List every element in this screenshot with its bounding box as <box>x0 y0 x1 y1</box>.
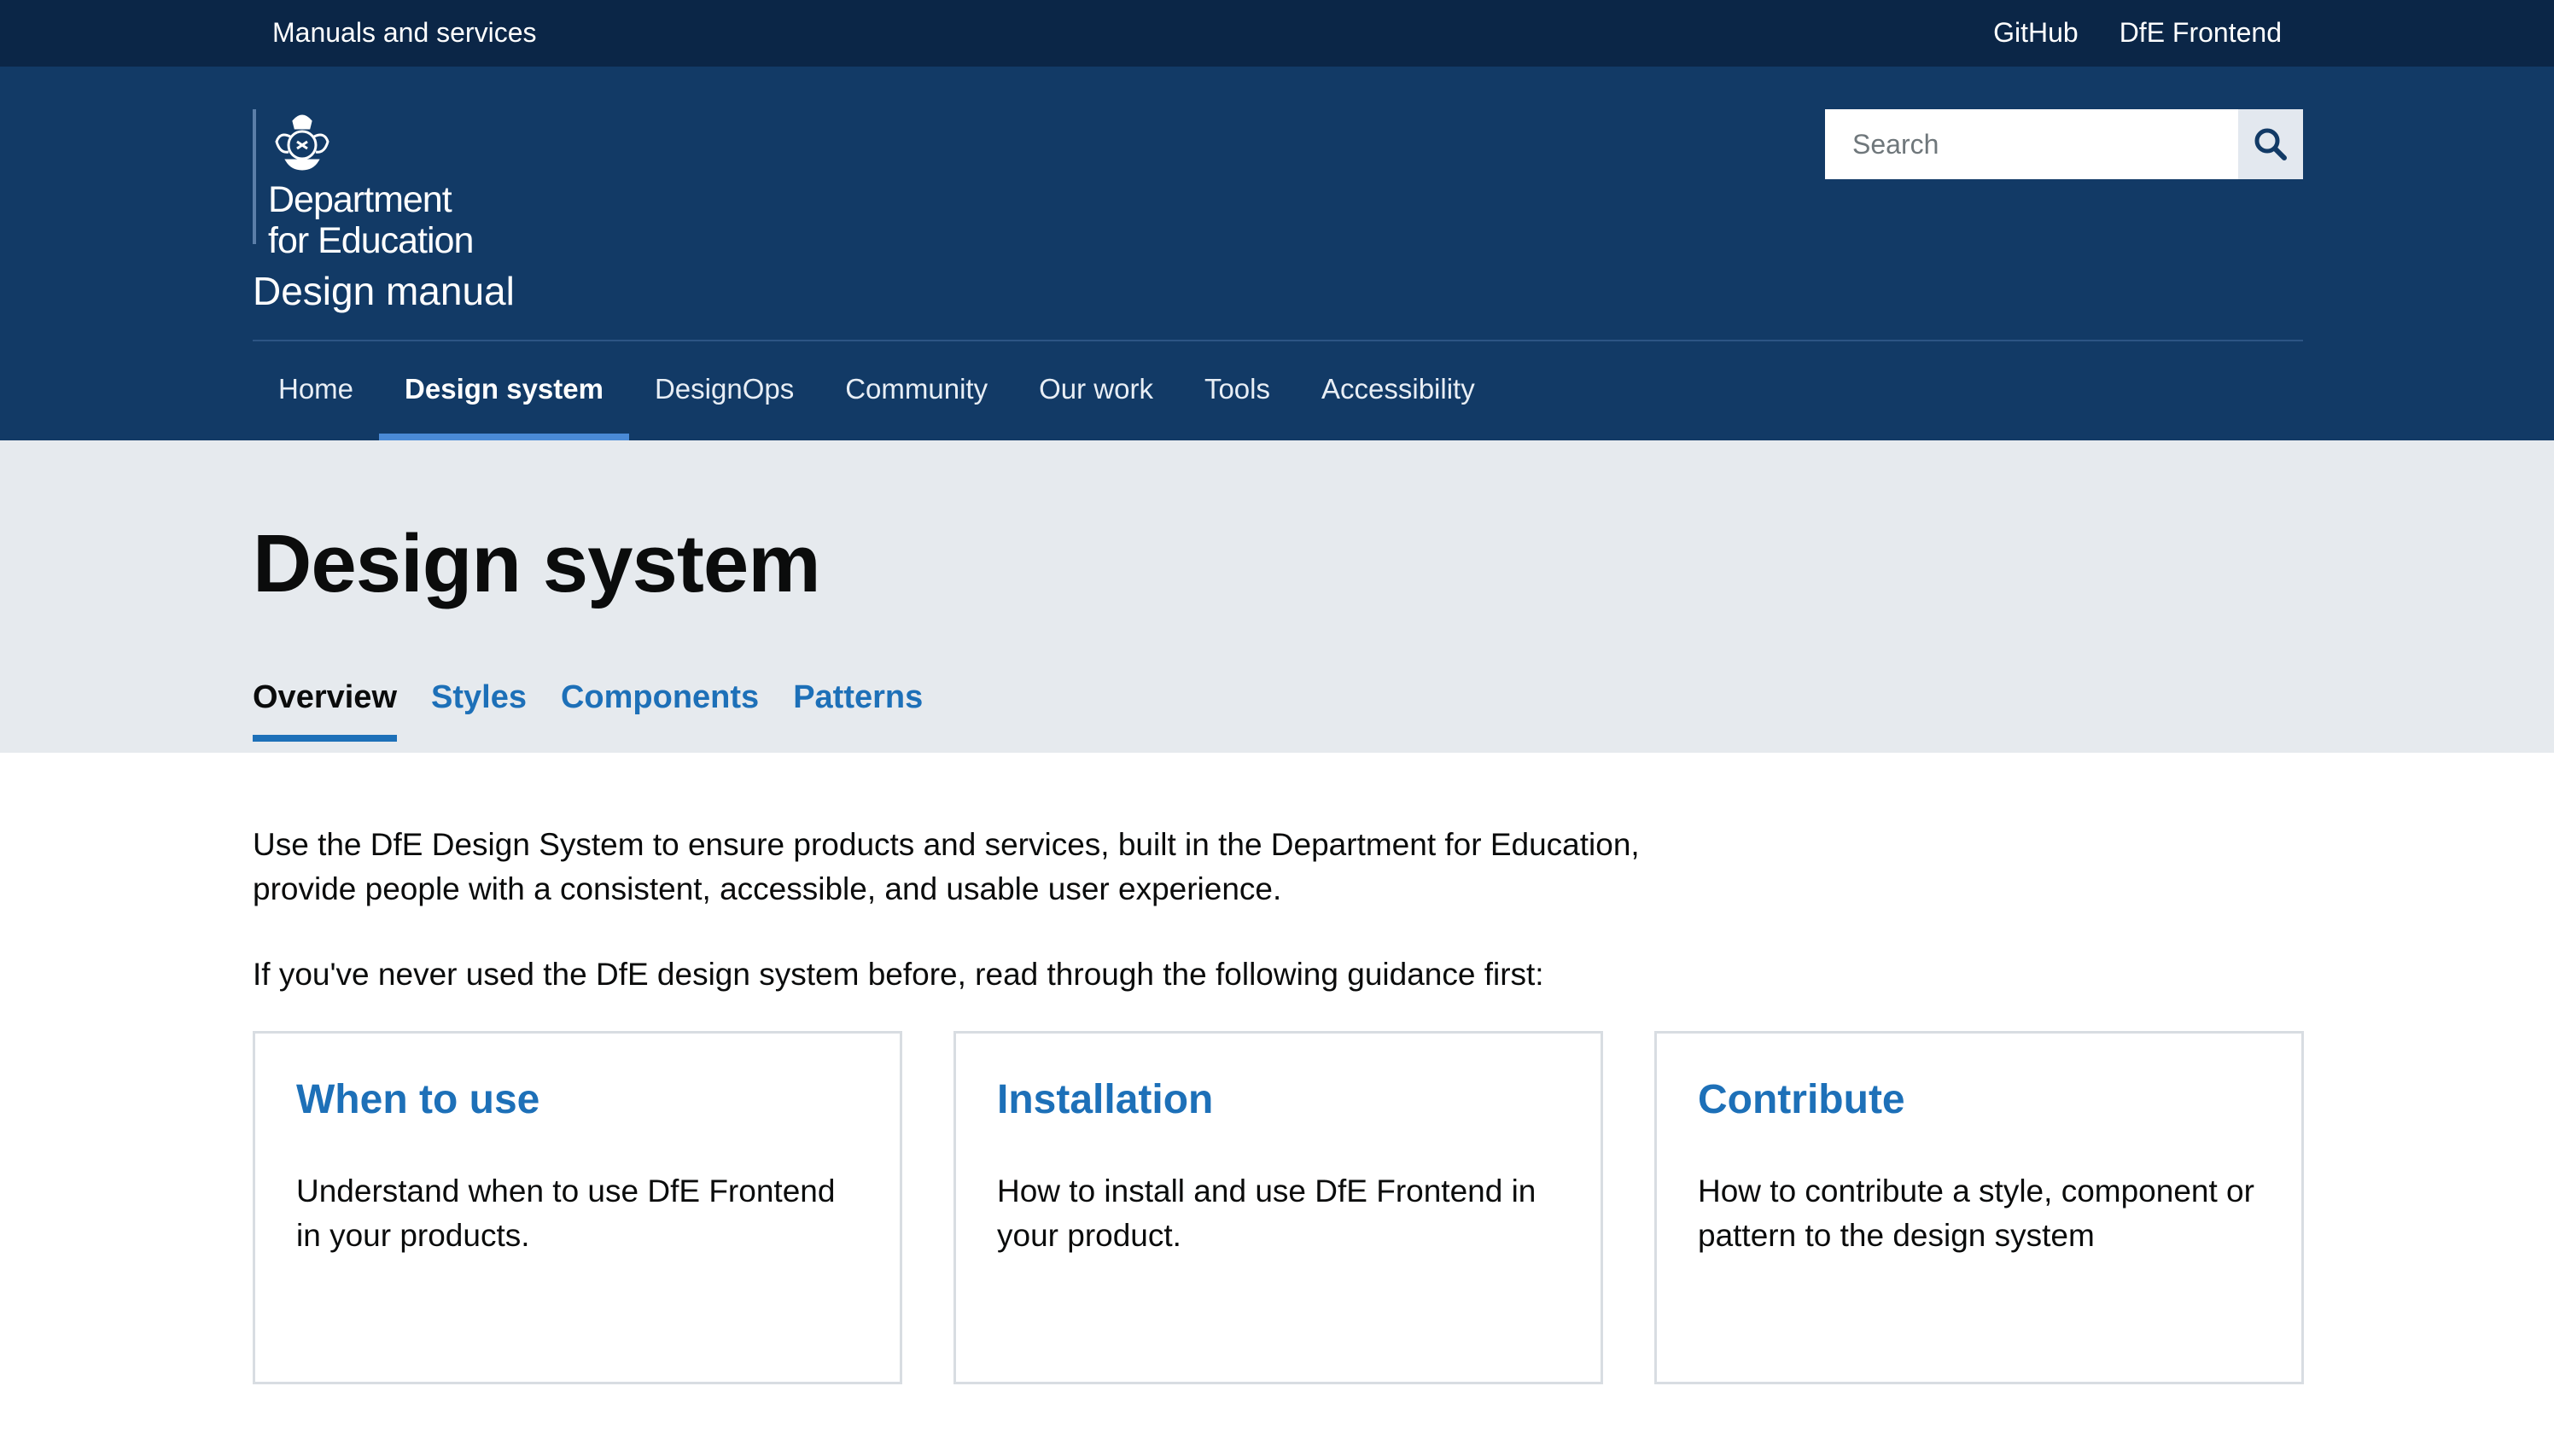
tab-components[interactable]: Components <box>561 679 759 742</box>
page-header-band: Design system Overview Styles Components… <box>0 440 2554 753</box>
nav-item-our-work[interactable]: Our work <box>1013 341 1179 440</box>
logo-rule <box>253 109 256 244</box>
section-tabs: Overview Styles Components Patterns <box>253 679 923 742</box>
tab-styles[interactable]: Styles <box>431 679 527 742</box>
search-icon <box>2254 128 2287 160</box>
site-header: Department for Education Design manual H… <box>0 67 2554 440</box>
nav-item-design-system[interactable]: Design system <box>379 341 629 440</box>
card-description: How to install and use DfE Frontend in y… <box>997 1174 1536 1253</box>
card-title[interactable]: When to use <box>296 1076 859 1123</box>
lead-paragraph: If you've never used the DfE design syst… <box>253 957 1544 992</box>
card-when-to-use[interactable]: When to use Understand when to use DfE F… <box>253 1031 902 1384</box>
primary-navigation: Home Design system DesignOps Community O… <box>253 341 1501 440</box>
main-content: Use the DfE Design System to ensure prod… <box>253 753 2304 1384</box>
tab-overview[interactable]: Overview <box>253 679 397 742</box>
page-title: Design system <box>253 518 821 609</box>
org-line-2: for Education <box>268 220 474 261</box>
department-name: Department for Education <box>268 179 474 261</box>
search-input[interactable] <box>1825 109 2238 179</box>
nav-item-tools[interactable]: Tools <box>1179 341 1296 440</box>
nav-item-designops[interactable]: DesignOps <box>629 341 819 440</box>
search-button[interactable] <box>2238 109 2303 179</box>
org-line-1: Department <box>268 179 452 220</box>
top-bar: Manuals and services GitHub DfE Frontend <box>0 0 2554 67</box>
tab-patterns[interactable]: Patterns <box>793 679 923 742</box>
top-links: GitHub DfE Frontend <box>1993 17 2282 49</box>
intro-paragraph: Use the DfE Design System to ensure prod… <box>253 827 1640 906</box>
dfe-frontend-link[interactable]: DfE Frontend <box>2120 17 2282 49</box>
manuals-and-services-link[interactable]: Manuals and services <box>272 17 536 49</box>
site-title-link[interactable]: Design manual <box>253 268 515 314</box>
github-link[interactable]: GitHub <box>1993 17 2079 49</box>
search-form <box>1825 109 2303 179</box>
nav-item-community[interactable]: Community <box>819 341 1013 440</box>
card-title[interactable]: Contribute <box>1698 1076 2260 1123</box>
card-title[interactable]: Installation <box>997 1076 1560 1123</box>
card-description: Understand when to use DfE Frontend in y… <box>296 1174 836 1253</box>
royal-crest-icon <box>275 114 329 171</box>
nav-item-accessibility[interactable]: Accessibility <box>1296 341 1501 440</box>
card-contribute[interactable]: Contribute How to contribute a style, co… <box>1654 1031 2304 1384</box>
nav-item-home[interactable]: Home <box>253 341 379 440</box>
card-installation[interactable]: Installation How to install and use DfE … <box>953 1031 1603 1384</box>
guidance-cards: When to use Understand when to use DfE F… <box>253 1031 2304 1384</box>
card-description: How to contribute a style, component or … <box>1698 1174 2254 1253</box>
